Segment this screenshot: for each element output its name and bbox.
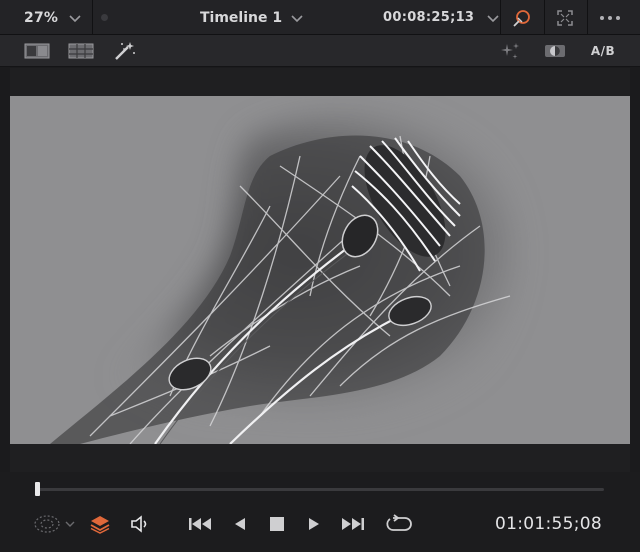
grid-icon [68,43,94,59]
stop-button[interactable] [264,512,290,536]
viewer-toolbar: A/B [0,35,640,67]
loop-button[interactable] [384,512,414,536]
timeline-name: Timeline 1 [200,9,283,26]
volume-icon [131,515,147,533]
chevron-down-icon [487,14,499,22]
color-picker-icon [513,9,530,27]
play-icon [309,518,319,530]
skip-end-icon [342,518,364,530]
clip-overlay-dropdown[interactable] [32,512,76,536]
clip-overlay-icon [34,515,60,533]
sparkle-icon [501,43,519,59]
timecode-dropdown[interactable]: 00:08:25;13 [383,0,500,35]
layers-icon [90,516,110,534]
video-frame[interactable] [10,96,630,444]
magic-wand-button[interactable] [110,35,140,67]
skip-to-start-button[interactable] [186,512,214,536]
chevron-down-icon [69,14,81,22]
frame-image [10,96,630,444]
volume-button[interactable] [128,512,152,536]
mask-button[interactable] [540,35,570,67]
playhead[interactable] [35,482,40,496]
play-reverse-button[interactable] [228,512,252,536]
grid-view-button[interactable] [66,35,96,67]
magic-wand-icon [115,42,135,60]
ab-compare-button[interactable]: A/B [586,35,620,67]
divider [544,0,545,35]
divider [92,0,93,35]
source-timecode: 00:08:25;13 [383,10,475,25]
play-reverse-icon [235,518,245,530]
chevron-down-icon [291,14,303,22]
more-options-button[interactable] [591,0,629,35]
divider [587,0,588,35]
zoom-dropdown[interactable]: 27% [10,0,90,35]
sparkle-button[interactable] [494,35,524,67]
viewer-layout-icon [24,43,50,59]
viewer-header: 27% Timeline 1 00:08:25;13 [0,0,640,35]
fullscreen-button[interactable] [546,0,584,35]
more-icon [600,15,620,20]
color-picker-button[interactable] [503,0,541,35]
skip-to-end-button[interactable] [339,512,367,536]
fullscreen-icon [557,9,573,26]
mask-icon [545,45,565,57]
scrubber-track[interactable] [38,488,604,491]
timeline-selector[interactable]: Timeline 1 [200,0,304,35]
loop-icon [386,514,412,531]
play-button[interactable] [302,512,326,536]
layers-button[interactable] [88,512,112,536]
ab-compare-label: A/B [590,44,616,58]
status-dot [101,14,108,21]
chevron-down-icon [65,521,75,527]
divider [500,0,501,35]
viewer-layout-button[interactable] [22,35,52,67]
skip-start-icon [189,518,211,530]
stop-icon [270,517,284,531]
zoom-value: 27% [24,9,59,26]
record-timecode: 01:01:55;08 [494,514,602,534]
transport-bar: 01:01:55;08 [0,472,640,552]
